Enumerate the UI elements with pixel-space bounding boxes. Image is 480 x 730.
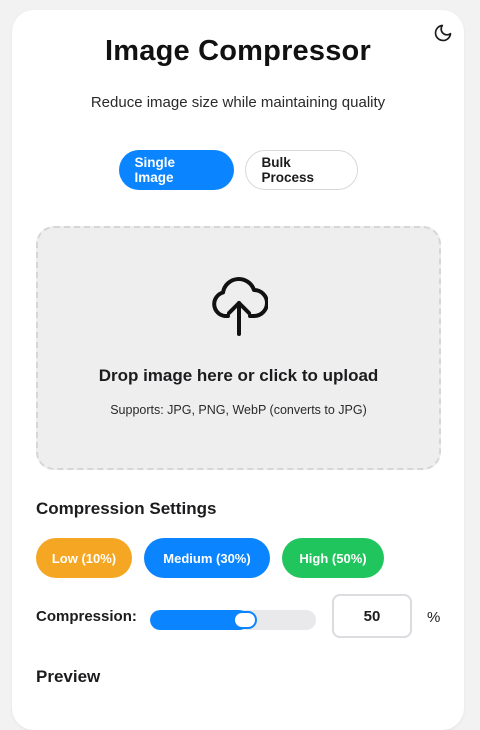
cloud-upload-icon [212, 277, 268, 336]
tab-bulk-process[interactable]: Bulk Process [244, 150, 358, 190]
compression-presets: Low (10%) Medium (30%) High (50%) [36, 538, 384, 578]
preset-medium-button[interactable]: Medium (30%) [144, 538, 270, 578]
tab-single-image[interactable]: Single Image [118, 150, 234, 190]
compressor-card: Image Compressor Reduce image size while… [12, 10, 464, 730]
preset-high-button[interactable]: High (50%) [282, 538, 384, 578]
compression-slider[interactable] [150, 610, 316, 630]
upload-dropzone[interactable]: Drop image here or click to upload Suppo… [36, 226, 441, 470]
preview-title: Preview [36, 667, 101, 686]
compression-settings-title: Compression Settings [36, 499, 217, 518]
page-subtitle: Reduce image size while maintaining qual… [90, 94, 386, 111]
mode-tabs: Single Image Bulk Process [12, 150, 464, 190]
dropzone-title: Drop image here or click to upload [98, 366, 379, 385]
compression-value-input[interactable] [332, 594, 412, 638]
percent-unit: % [427, 609, 441, 626]
compression-label: Compression: [36, 608, 137, 625]
preset-low-button[interactable]: Low (10%) [36, 538, 132, 578]
page-title: Image Compressor [105, 35, 371, 67]
dropzone-supported-formats: Supports: JPG, PNG, WebP (converts to JP… [110, 403, 367, 417]
slider-thumb[interactable] [233, 611, 257, 629]
